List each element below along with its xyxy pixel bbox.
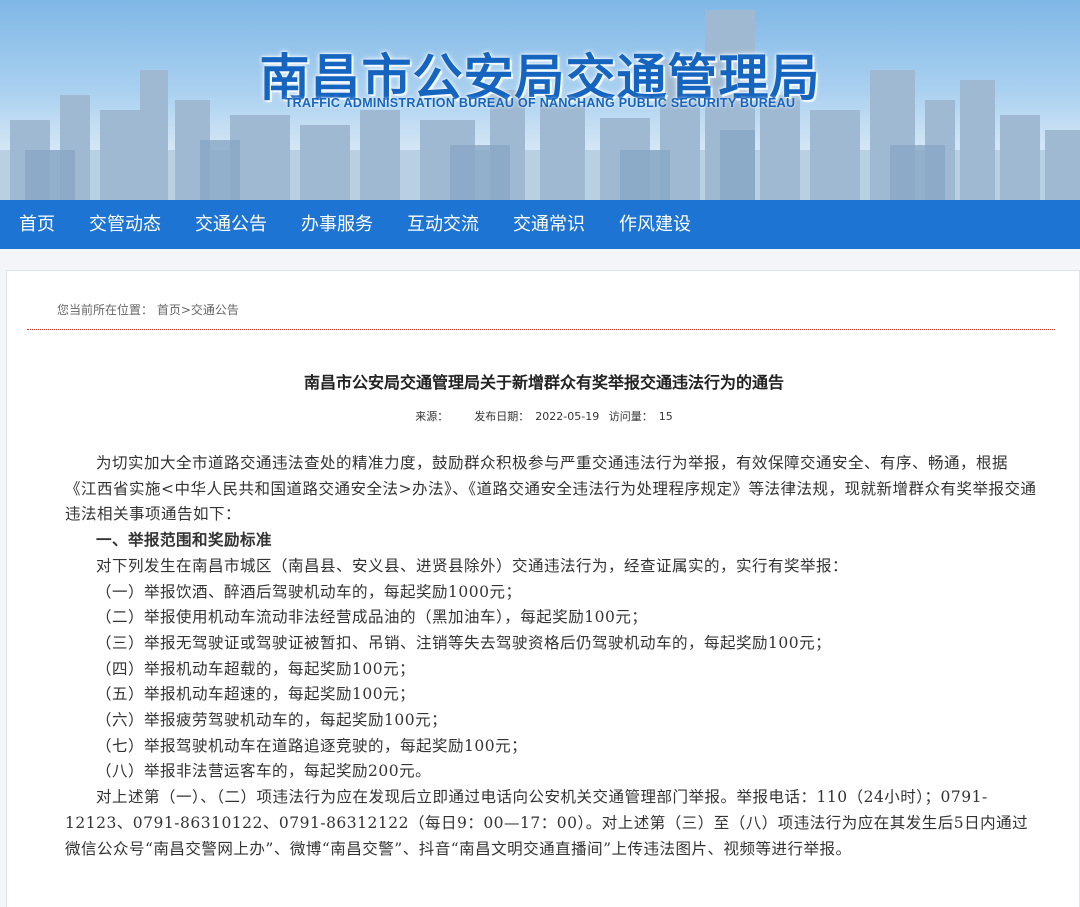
nav-item-traffic-news[interactable]: 交管动态: [89, 200, 161, 249]
list-item: （二）举报使用机动车流动非法经营成品油的（黑加油车），每起奖励100元；: [96, 608, 648, 627]
article-container: 您当前所在位置： 首页>交通公告 南昌市公安局交通管理局关于新增群众有奖举报交通…: [6, 270, 1080, 907]
list-item: （三）举报无驾驶证或驾驶证被暂扣、吊销、注销等失去驾驶资格后仍驾驶机动车的，每起…: [96, 633, 832, 652]
publish-date: 2022-05-19: [535, 410, 600, 423]
site-subtitle-english: TRAFFIC ADMINISTRATION BUREAU OF NANCHAN…: [284, 96, 796, 110]
closing-paragraph: 对上述第（一）、（二）项违法行为应在发现后立即通过电话向公安机关交通管理部门举报…: [65, 788, 1029, 858]
nav-item-traffic-knowledge[interactable]: 交通常识: [513, 200, 585, 249]
main-nav: 首页 交管动态 交通公告 办事服务 互动交流 交通常识 作风建设: [0, 200, 1080, 249]
article-title: 南昌市公安局交通管理局关于新增群众有奖举报交通违法行为的通告: [303, 373, 784, 392]
breadcrumb-current-link[interactable]: 交通公告: [191, 303, 239, 317]
breadcrumb-home-link[interactable]: 首页: [157, 303, 181, 317]
date-label: 发布日期：: [474, 410, 530, 423]
list-item: （一）举报饮酒、醉酒后驾驶机动车的，每起奖励1000元；: [96, 582, 522, 601]
views-label: 访问量：: [608, 410, 653, 423]
nav-item-home[interactable]: 首页: [19, 200, 55, 249]
article-meta: 来源： 发布日期： 2022-05-19 访问量： 15: [7, 408, 1080, 424]
breadcrumb: 您当前所在位置： 首页>交通公告: [57, 301, 239, 318]
section-heading: 一、举报范围和奖励标准: [96, 531, 273, 550]
breadcrumb-prefix: 您当前所在位置：: [57, 303, 154, 317]
breadcrumb-separator: >: [180, 303, 191, 317]
source-label: 来源：: [415, 410, 449, 423]
section-lead: 对下列发生在南昌市城区（南昌县、安义县、进贤县除外）交通违法行为，经查证属实的，…: [96, 556, 849, 575]
list-item: （六）举报疲劳驾驶机动车的，每起奖励100元；: [96, 711, 448, 730]
list-item: （八）举报非法营运客车的，每起奖励200元。: [96, 762, 432, 781]
nav-item-traffic-notices[interactable]: 交通公告: [195, 200, 267, 249]
intro-paragraph: 为切实加大全市道路交通违法查处的精准力度，鼓励群众积极参与严重交通违法行为举报，…: [65, 454, 1037, 524]
list-item: （五）举报机动车超速的，每起奖励100元；: [96, 685, 416, 704]
list-item: （七）举报驾驶机动车在道路追逐竞驶的，每起奖励100元；: [96, 736, 528, 755]
article-body: 为切实加大全市道路交通违法查处的精准力度，鼓励群众积极参与严重交通违法行为举报，…: [65, 451, 1037, 862]
nav-item-conduct[interactable]: 作风建设: [619, 200, 691, 249]
list-item: （四）举报机动车超载的，每起奖励100元；: [96, 659, 416, 678]
views-count: 15: [658, 410, 673, 423]
site-banner: 南昌市公安局交通管理局 TRAFFIC ADMINISTRATION BUREA…: [0, 0, 1080, 200]
nav-item-interaction[interactable]: 互动交流: [407, 200, 479, 249]
breadcrumb-divider: [27, 329, 1055, 330]
nav-item-services[interactable]: 办事服务: [301, 200, 373, 249]
